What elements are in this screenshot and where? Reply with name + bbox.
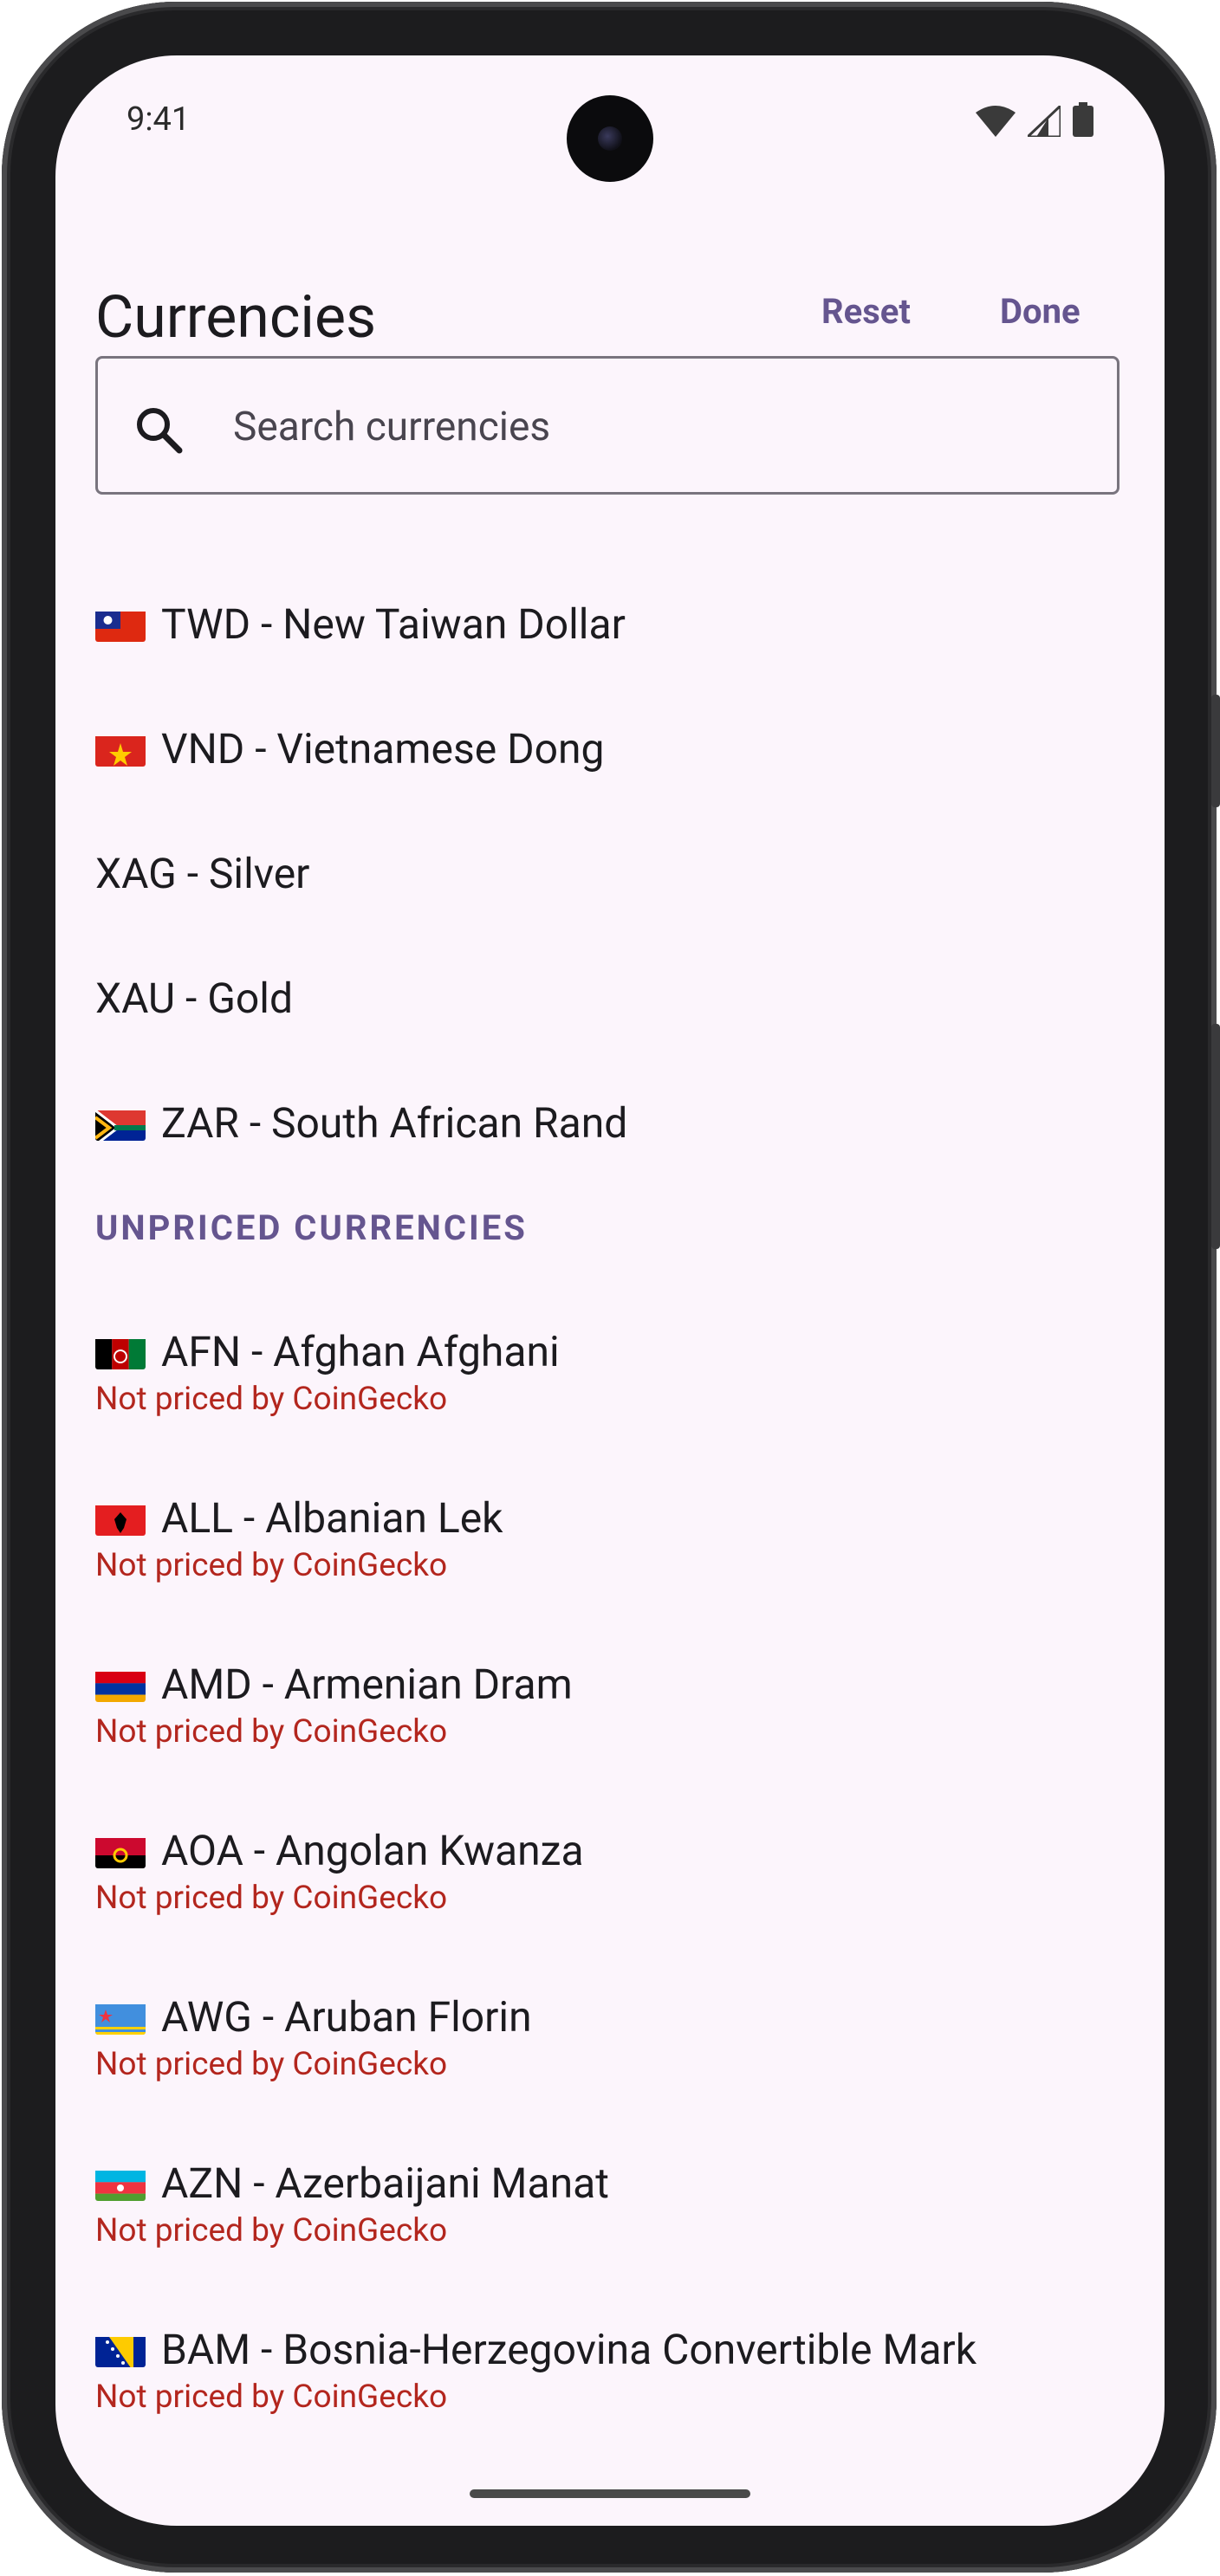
not-priced-note: Not priced by CoinGecko — [95, 1381, 448, 1418]
not-priced-note: Not priced by CoinGecko — [95, 2212, 448, 2249]
done-button[interactable]: Done — [1000, 291, 1080, 332]
wifi-icon — [976, 106, 1016, 137]
app-screen: 9:41 Currencies Reset Done Search curren… — [55, 55, 1165, 2526]
flag-tw-icon — [95, 607, 146, 642]
currency-item[interactable]: AMD - Armenian Dram — [95, 1660, 573, 1709]
flag-al-icon — [95, 1501, 146, 1536]
status-time: 9:41 — [127, 100, 191, 139]
flag-ba-icon — [95, 2333, 146, 2367]
currency-label: ALL - Albanian Lek — [161, 1493, 503, 1543]
reset-button[interactable]: Reset — [821, 291, 911, 332]
camera-cutout — [567, 95, 653, 182]
currency-item[interactable]: BAM - Bosnia-Herzegovina Convertible Mar… — [95, 2325, 977, 2374]
phone-frame: 9:41 Currencies Reset Done Search curren… — [2, 2, 1220, 2573]
currency-label: AOA - Angolan Kwanza — [161, 1826, 584, 1875]
not-priced-note: Not priced by CoinGecko — [95, 2046, 448, 2083]
flag-vn-icon — [95, 732, 146, 767]
currency-label: BAM - Bosnia-Herzegovina Convertible Mar… — [161, 2325, 977, 2374]
section-title-unpriced: UNPRICED CURRENCIES — [95, 1207, 528, 1248]
battery-icon — [1073, 102, 1093, 137]
search-field[interactable]: Search currencies — [95, 356, 1119, 495]
currency-item[interactable]: VND - Vietnamese Dong — [95, 724, 604, 773]
not-priced-note: Not priced by CoinGecko — [95, 2379, 448, 2416]
currency-label: ZAR - South African Rand — [161, 1098, 628, 1148]
not-priced-note: Not priced by CoinGecko — [95, 1880, 448, 1917]
currency-label: VND - Vietnamese Dong — [161, 724, 605, 773]
not-priced-note: Not priced by CoinGecko — [95, 1547, 448, 1584]
currency-item[interactable]: TWD - New Taiwan Dollar — [95, 599, 626, 649]
not-priced-note: Not priced by CoinGecko — [95, 1713, 448, 1751]
currency-label: XAU - Gold — [95, 974, 294, 1023]
currency-label: AZN - Azerbaijani Manat — [161, 2159, 609, 2208]
home-indicator[interactable] — [470, 2489, 750, 2498]
flag-af-icon — [95, 1335, 146, 1369]
flag-am-icon — [95, 1667, 146, 1702]
currency-item[interactable]: XAU - Gold — [95, 974, 293, 1023]
currency-item[interactable]: AZN - Azerbaijani Manat — [95, 2159, 609, 2208]
status-icons — [976, 102, 1093, 137]
status-bar: 9:41 — [55, 55, 1165, 182]
search-icon — [137, 408, 183, 454]
currency-item[interactable]: AWG - Aruban Florin — [95, 1992, 532, 2042]
flag-za-icon — [95, 1106, 146, 1141]
page-title: Currencies — [95, 282, 377, 352]
flag-az-icon — [95, 2166, 146, 2201]
currency-item[interactable]: AOA - Angolan Kwanza — [95, 1826, 584, 1875]
currency-label: TWD - New Taiwan Dollar — [161, 599, 626, 649]
search-input[interactable]: Search currencies — [233, 404, 550, 450]
currency-item[interactable]: ALL - Albanian Lek — [95, 1493, 503, 1543]
power-button — [1211, 1024, 1220, 1249]
flag-aw-icon — [95, 2000, 146, 2035]
currency-label: XAG - Silver — [95, 849, 310, 898]
volume-button — [1211, 695, 1220, 807]
currency-label: AMD - Armenian Dram — [161, 1660, 573, 1709]
app-header: Currencies Reset Done — [95, 270, 1125, 357]
currency-item[interactable]: ZAR - South African Rand — [95, 1098, 627, 1148]
signal-icon — [1028, 106, 1061, 137]
flag-ao-icon — [95, 1834, 146, 1868]
currency-label: AWG - Aruban Florin — [161, 1992, 532, 2042]
currency-item[interactable]: XAG - Silver — [95, 849, 309, 898]
currency-item[interactable]: AFN - Afghan Afghani — [95, 1327, 560, 1376]
currency-label: AFN - Afghan Afghani — [161, 1327, 560, 1376]
